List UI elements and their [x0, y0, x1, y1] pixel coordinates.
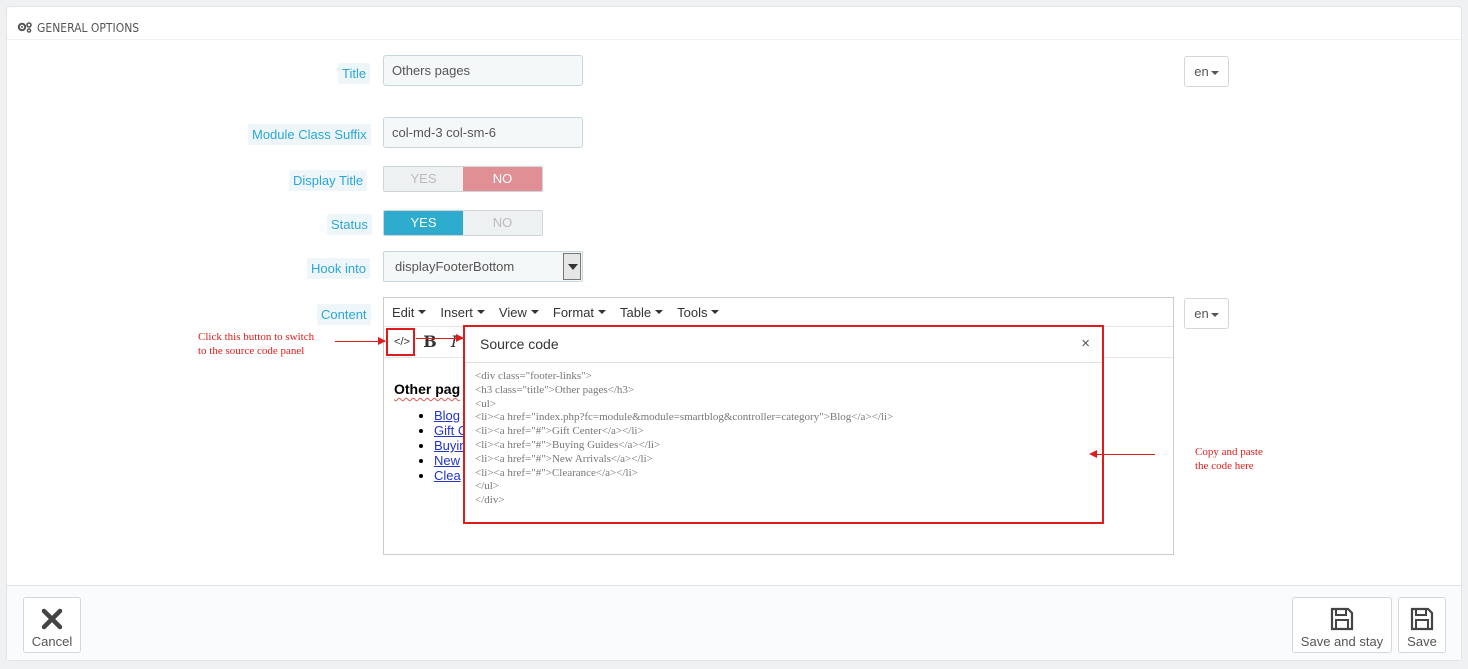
arrow-line: [1093, 454, 1155, 455]
footer-divider: [7, 585, 1461, 586]
status-label: Status: [327, 214, 372, 235]
display-title-label: Display Title: [289, 170, 368, 191]
code-line: <li><a href="#">Clearance</a></li>: [475, 466, 638, 479]
annotation-right: Copy and paste the code here: [1195, 445, 1263, 473]
code-line: <h3 class="title">Other pages</h3>: [475, 383, 635, 396]
floppy-disk-icon: [1329, 606, 1355, 632]
arrow-head-icon: [378, 337, 386, 345]
floppy-disk-icon: [1409, 606, 1435, 632]
caret-down-icon: [598, 310, 607, 314]
save-and-stay-button[interactable]: Save and stay: [1292, 597, 1392, 653]
code-line: <li><a href="#">Gift Center</a></li>: [475, 425, 644, 438]
caret-down-icon: [530, 310, 539, 314]
hook-into-label: Hook into: [307, 258, 370, 279]
code-line: </div>: [475, 494, 505, 507]
content-language-value: en: [1194, 306, 1209, 321]
source-code-textarea[interactable]: <div class="footer-links"> <h3 class="tit…: [475, 370, 1092, 508]
highlight-source-button: [386, 328, 415, 356]
content-link[interactable]: Buyin: [434, 438, 467, 453]
menu-format[interactable]: Format: [552, 304, 607, 320]
title-language-button[interactable]: en: [1184, 56, 1229, 87]
caret-down-icon: [1210, 70, 1219, 75]
menu-edit[interactable]: Edit: [392, 304, 427, 320]
panel-heading: GENERAL OPTIONS: [17, 17, 139, 39]
menu-view-label: View: [498, 304, 527, 320]
display-title-toggle: YES NO: [383, 166, 543, 192]
caret-down-icon: [655, 310, 664, 314]
annotation-left-line1: Click this button to switch: [198, 331, 315, 343]
module-class-suffix-input[interactable]: col-md-3 col-sm-6: [383, 117, 583, 148]
annotation-right-line2: the code here: [1195, 460, 1254, 472]
caret-down-icon: [711, 310, 720, 314]
status-yes[interactable]: YES: [384, 211, 463, 235]
code-line: <li><a href="index.php?fc=module&module=…: [475, 411, 894, 424]
arrow-head-icon: [456, 334, 464, 342]
content-link[interactable]: Blog: [434, 408, 460, 423]
dialog-header: Source code ×: [465, 327, 1102, 363]
status-no[interactable]: NO: [463, 211, 542, 235]
menu-table-label: Table: [620, 304, 652, 320]
footer-background: [7, 585, 1461, 660]
module-class-suffix-label: Module Class Suffix: [248, 124, 371, 145]
gears-icon: [17, 21, 33, 36]
annotation-right-line1: Copy and paste: [1195, 446, 1263, 458]
content-language-button[interactable]: en: [1184, 298, 1229, 329]
menu-insert-label: Insert: [440, 304, 473, 320]
close-icon: [39, 606, 65, 632]
menu-tools[interactable]: Tools: [677, 304, 720, 320]
menu-format-label: Format: [552, 304, 595, 320]
menu-edit-label: Edit: [392, 304, 415, 320]
dialog-title: Source code: [480, 336, 559, 352]
annotation-left: Click this button to switch to the sourc…: [198, 330, 314, 358]
heading-divider: [7, 39, 1461, 40]
content-label: Content: [317, 304, 371, 325]
content-heading: Other pag: [394, 381, 461, 397]
menu-view[interactable]: View: [499, 305, 539, 320]
bold-button[interactable]: B: [418, 330, 442, 354]
menu-table[interactable]: Table: [620, 304, 664, 320]
menu-tools-label: Tools: [677, 304, 708, 320]
hook-into-select[interactable]: displayFooterBottom: [383, 251, 583, 282]
source-code-dialog: Source code × <div class="footer-links">…: [463, 325, 1104, 524]
status-toggle: YES NO: [383, 210, 543, 236]
code-line: <ul>: [475, 397, 496, 410]
content-link-list: Blog Gift C Buyin New Clea: [414, 408, 467, 483]
title-language-value: en: [1194, 64, 1209, 79]
select-arrow-icon: [563, 253, 581, 280]
save-and-stay-label: Save and stay: [1300, 634, 1384, 649]
save-button[interactable]: Save: [1398, 597, 1446, 653]
caret-down-icon: [1210, 312, 1219, 317]
code-line: <li><a href="#">New Arrivals</a></li>: [475, 452, 653, 465]
caret-down-icon: [418, 310, 427, 314]
annotation-left-line2: to the source code panel: [198, 345, 305, 357]
code-line: <div class="footer-links">: [475, 370, 592, 382]
display-title-yes[interactable]: YES: [384, 167, 463, 191]
save-label: Save: [1407, 634, 1437, 649]
code-line: <li><a href="#">Buying Guides</a></li>: [475, 438, 661, 451]
editor-menubar: Edit Insert View Format Table Tools: [384, 298, 1173, 327]
content-link[interactable]: Clea: [434, 468, 461, 483]
code-line: </ul>: [475, 480, 500, 493]
caret-down-icon: [476, 310, 485, 314]
display-title-no[interactable]: NO: [463, 167, 542, 191]
title-label: Title: [338, 63, 371, 84]
title-input[interactable]: Others pages: [383, 55, 583, 86]
content-link[interactable]: New: [434, 453, 460, 468]
hook-into-value: displayFooterBottom: [395, 259, 515, 274]
arrow-head-icon: [1089, 450, 1097, 458]
close-icon[interactable]: ×: [1081, 335, 1090, 352]
cancel-label: Cancel: [31, 634, 73, 649]
menu-insert[interactable]: Insert: [440, 305, 485, 320]
panel-heading-text: GENERAL OPTIONS: [37, 21, 140, 35]
cancel-button[interactable]: Cancel: [23, 597, 81, 653]
